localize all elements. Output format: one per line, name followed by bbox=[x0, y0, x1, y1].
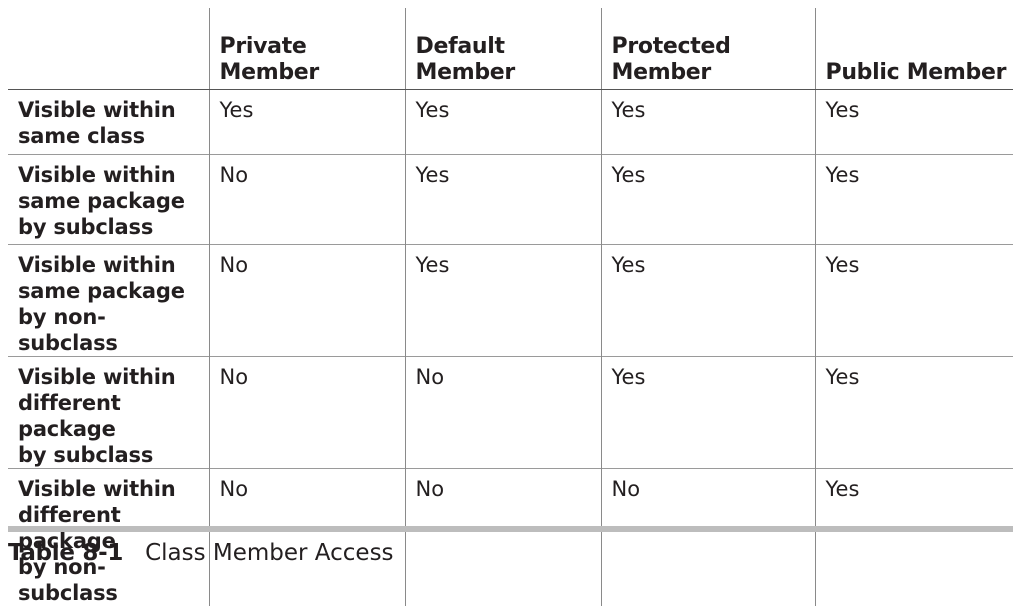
cell-default: No bbox=[405, 357, 601, 469]
cell-protected: No bbox=[601, 469, 815, 606]
cell-default: No bbox=[405, 469, 601, 606]
row-label-line: Visible within bbox=[18, 97, 205, 123]
cell-public: Yes bbox=[815, 357, 1013, 469]
row-label: Visible within same class bbox=[8, 90, 209, 155]
caption-label: Table 8-1 bbox=[8, 540, 123, 566]
table-caption: Table 8-1 Class Member Access bbox=[8, 538, 394, 568]
class-member-access-table: Private Member Default Member Protected … bbox=[8, 8, 1013, 606]
cell-protected: Yes bbox=[601, 90, 815, 155]
row-label-line: by subclass bbox=[18, 214, 205, 240]
cell-private: Yes bbox=[209, 90, 405, 155]
cell-protected: Yes bbox=[601, 155, 815, 245]
cell-private: No bbox=[209, 357, 405, 469]
class-member-access-table-container: Private Member Default Member Protected … bbox=[8, 8, 1013, 606]
cell-protected: Yes bbox=[601, 245, 815, 357]
row-label-line: same package bbox=[18, 188, 205, 214]
cell-public: Yes bbox=[815, 155, 1013, 245]
row-label: Visible within different package by subc… bbox=[8, 357, 209, 469]
row-label-line: Visible within bbox=[18, 162, 205, 188]
row-label-line: by non-subclass bbox=[18, 304, 205, 356]
cell-private: No bbox=[209, 245, 405, 357]
cell-default: Yes bbox=[405, 90, 601, 155]
cell-protected: Yes bbox=[601, 357, 815, 469]
row-label-line: Visible within bbox=[18, 476, 205, 502]
table-bottom-rule bbox=[8, 526, 1013, 532]
cell-public: Yes bbox=[815, 90, 1013, 155]
header-default-member: Default Member bbox=[405, 8, 601, 90]
table-row: Visible within same package by non-subcl… bbox=[8, 245, 1013, 357]
table-row: Visible within same package by subclass … bbox=[8, 155, 1013, 245]
row-label-line: different package bbox=[18, 390, 205, 442]
caption-title: Class Member Access bbox=[145, 540, 393, 566]
header-private-member: Private Member bbox=[209, 8, 405, 90]
cell-public: Yes bbox=[815, 245, 1013, 357]
cell-private: No bbox=[209, 155, 405, 245]
row-label-line: same package bbox=[18, 278, 205, 304]
row-label-line: Visible within bbox=[18, 252, 205, 278]
cell-default: Yes bbox=[405, 245, 601, 357]
cell-public: Yes bbox=[815, 469, 1013, 606]
row-label: Visible within same package by subclass bbox=[8, 155, 209, 245]
header-protected-member: Protected Member bbox=[601, 8, 815, 90]
table-header-row: Private Member Default Member Protected … bbox=[8, 8, 1013, 90]
row-label-line: same class bbox=[18, 123, 205, 149]
table-row: Visible within same class Yes Yes Yes Ye… bbox=[8, 90, 1013, 155]
header-corner-cell bbox=[8, 8, 209, 90]
table-row: Visible within different package by subc… bbox=[8, 357, 1013, 469]
header-public-member: Public Member bbox=[815, 8, 1013, 90]
row-label: Visible within same package by non-subcl… bbox=[8, 245, 209, 357]
row-label-line: Visible within bbox=[18, 364, 205, 390]
cell-default: Yes bbox=[405, 155, 601, 245]
row-label-line: by subclass bbox=[18, 442, 205, 468]
